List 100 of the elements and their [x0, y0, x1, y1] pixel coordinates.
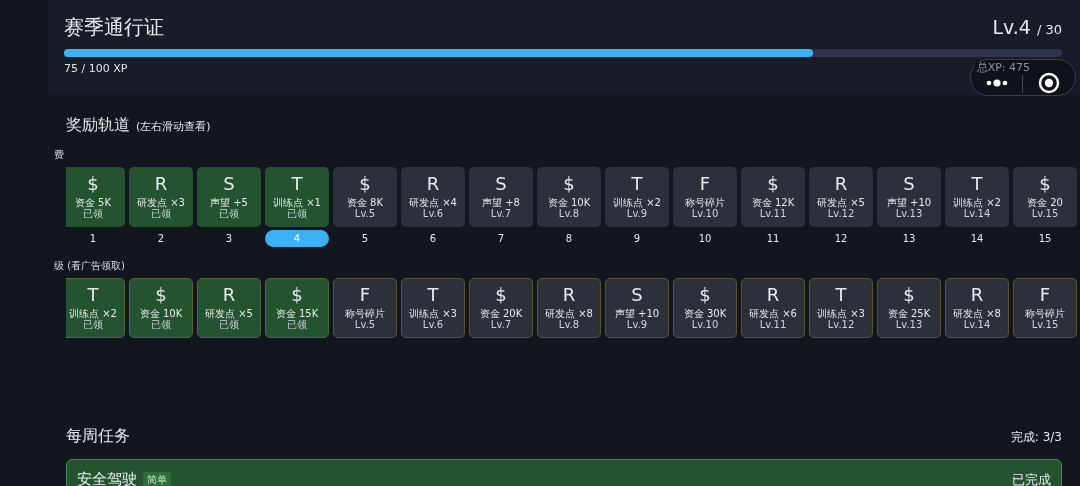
reward-status: Lv.5 — [354, 208, 376, 220]
reward-card[interactable]: R 研发点 ×8 Lv.8 — [537, 278, 601, 338]
reward-label: 训练点 ×3 — [409, 307, 457, 320]
reward-label: 资金 10K — [139, 307, 183, 320]
reward-letter: T — [631, 174, 643, 195]
reward-card[interactable]: F 称号碎片 Lv.10 — [673, 167, 737, 227]
reward-status: 已领 — [83, 208, 103, 220]
reward-label: 研发点 ×6 — [749, 307, 797, 320]
reward-card[interactable]: $ 资金 25K Lv.13 — [877, 278, 941, 338]
reward-status: Lv.5 — [354, 319, 376, 331]
section-hint: (左右滑动查看) — [136, 119, 211, 134]
reward-card[interactable]: F 称号碎片 Lv.15 — [1013, 278, 1077, 338]
level-number: 2 — [156, 232, 166, 246]
reward-card[interactable]: $ 资金 5K 已领 — [66, 167, 125, 227]
reward-letter: $ — [563, 174, 575, 195]
reward-letter: S — [903, 174, 915, 195]
reward-card[interactable]: $ 资金 15K 已领 — [265, 278, 329, 338]
reward-label: 称号碎片 — [1025, 307, 1065, 320]
reward-status: 已领 — [151, 319, 171, 331]
level-number: 4 — [265, 230, 329, 247]
reward-status: 已领 — [83, 319, 103, 331]
task-card[interactable]: 安全驾驶 简单 已完成 — [66, 459, 1062, 486]
reward-status: Lv.6 — [422, 319, 444, 331]
reward-card[interactable]: T 训练点 ×2 已领 — [66, 278, 125, 338]
level-number: 5 — [360, 232, 370, 246]
reward-status: Lv.10 — [691, 208, 719, 220]
reward-card[interactable]: R 研发点 ×4 Lv.6 — [401, 167, 465, 227]
completion-count: 完成: 3/3 — [1010, 429, 1062, 446]
reward-letter: $ — [903, 285, 915, 306]
reward-card[interactable]: T 训练点 ×2 Lv.14 — [945, 167, 1009, 227]
reward-letter: T — [291, 174, 303, 195]
reward-status: Lv.14 — [963, 208, 991, 220]
reward-letter: R — [766, 285, 780, 306]
reward-label: 声望 +10 — [614, 307, 660, 320]
reward-letter: $ — [767, 174, 779, 195]
level-number: 10 — [697, 232, 713, 246]
reward-card[interactable]: T 训练点 ×3 Lv.6 — [401, 278, 465, 338]
reward-letter: T — [87, 285, 99, 306]
total-xp-text: 总XP: 475 — [974, 62, 1032, 75]
reward-letter: $ — [359, 174, 371, 195]
level-number: 14 — [969, 232, 985, 246]
track-label: 费 — [54, 148, 65, 162]
reward-label: 声望 +5 — [210, 196, 248, 209]
level-number: 12 — [833, 232, 849, 246]
reward-card[interactable]: F 称号碎片 Lv.5 — [333, 278, 397, 338]
reward-label: 声望 +8 — [482, 196, 520, 209]
reward-label: 研发点 ×5 — [817, 196, 865, 209]
reward-letter: R — [222, 285, 236, 306]
reward-letter: S — [495, 174, 507, 195]
reward-status: Lv.11 — [759, 208, 787, 220]
reward-letter: $ — [155, 285, 167, 306]
reward-label: 称号碎片 — [345, 307, 385, 320]
reward-card[interactable]: R 研发点 ×6 Lv.11 — [741, 278, 805, 338]
reward-card[interactable]: $ 资金 10K Lv.8 — [537, 167, 601, 227]
reward-card[interactable]: $ 资金 8K Lv.5 — [333, 167, 397, 227]
reward-card[interactable]: R 研发点 ×8 Lv.14 — [945, 278, 1009, 338]
reward-label: 资金 25K — [887, 307, 931, 320]
page-title: 赛季通行证 — [64, 14, 164, 41]
reward-card[interactable]: S 声望 +10 Lv.13 — [877, 167, 941, 227]
reward-card[interactable]: $ 资金 30K Lv.10 — [673, 278, 737, 338]
reward-letter: $ — [699, 285, 711, 306]
reward-label: 研发点 ×3 — [137, 196, 185, 209]
reward-status: Lv.9 — [626, 319, 648, 331]
task-status: 已完成 — [1012, 470, 1051, 486]
reward-card[interactable]: $ 资金 10K 已领 — [129, 278, 193, 338]
reward-label: 资金 15K — [275, 307, 319, 320]
reward-card[interactable]: S 声望 +10 Lv.9 — [605, 278, 669, 338]
reward-card[interactable]: $ 资金 12K Lv.11 — [741, 167, 805, 227]
reward-letter: F — [699, 174, 711, 195]
reward-card[interactable]: S 声望 +8 Lv.7 — [469, 167, 533, 227]
reward-status: Lv.7 — [490, 319, 512, 331]
reward-letter: $ — [87, 174, 99, 195]
reward-card[interactable]: T 训练点 ×2 Lv.9 — [605, 167, 669, 227]
section-title: 每周任务 — [66, 426, 130, 447]
level-number: 13 — [901, 232, 917, 246]
reward-status: Lv.8 — [558, 319, 580, 331]
reward-label: 称号碎片 — [685, 196, 725, 209]
level-number: 6 — [428, 232, 438, 246]
section-title: 奖励轨道 — [66, 115, 130, 136]
reward-card[interactable]: S 声望 +5 已领 — [197, 167, 261, 227]
level-number: 3 — [224, 232, 234, 246]
reward-card[interactable]: $ 资金 20K Lv.7 — [469, 278, 533, 338]
reward-label: 研发点 ×4 — [409, 196, 457, 209]
reward-letter: R — [834, 174, 848, 195]
reward-card[interactable]: T 训练点 ×1 已领 — [265, 167, 329, 227]
reward-letter: S — [631, 285, 643, 306]
more-icon[interactable] — [986, 77, 1009, 88]
reward-status: Lv.13 — [895, 208, 923, 220]
reward-card[interactable]: R 研发点 ×5 已领 — [197, 278, 261, 338]
reward-status: Lv.15 — [1031, 208, 1059, 220]
reward-letter: F — [359, 285, 371, 306]
reward-card[interactable]: R 研发点 ×3 已领 — [129, 167, 193, 227]
reward-card[interactable]: T 训练点 ×3 Lv.12 — [809, 278, 873, 338]
level-max: / 30 — [1036, 22, 1062, 37]
reward-status: Lv.11 — [759, 319, 787, 331]
reward-card[interactable]: R 研发点 ×5 Lv.12 — [809, 167, 873, 227]
reward-label: 资金 12K — [751, 196, 795, 209]
reward-card[interactable]: $ 资金 20 Lv.15 — [1013, 167, 1077, 227]
difficulty-tag: 简单 — [143, 471, 171, 486]
level-number: 15 — [1037, 232, 1053, 246]
